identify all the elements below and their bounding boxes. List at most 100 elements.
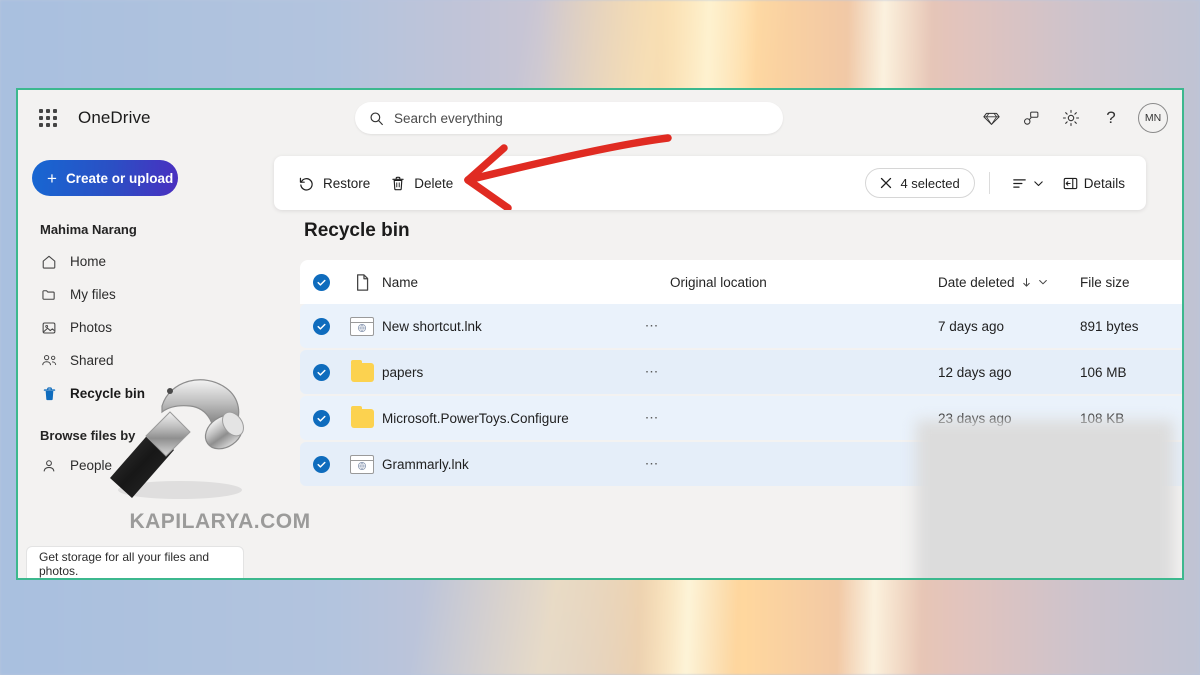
row-date-deleted: 27 days ago bbox=[938, 457, 1080, 472]
brand-title[interactable]: OneDrive bbox=[78, 108, 151, 128]
sidebar-item-label: Recycle bin bbox=[70, 386, 145, 401]
sidebar-item-label: My files bbox=[70, 287, 116, 302]
column-header-date-deleted-label: Date deleted bbox=[938, 275, 1015, 290]
file-table: Name Original location Date deleted File… bbox=[300, 260, 1184, 486]
selection-count-label: 4 selected bbox=[900, 176, 959, 191]
onedrive-window: OneDrive bbox=[16, 88, 1184, 580]
folder-icon bbox=[40, 286, 58, 304]
row-date-deleted: 7 days ago bbox=[938, 319, 1080, 334]
sidebar-item-home[interactable]: Home bbox=[32, 245, 262, 278]
arrow-down-icon bbox=[1021, 277, 1032, 288]
checked-icon bbox=[313, 410, 330, 427]
row-more-actions-button[interactable]: ⋯ bbox=[634, 410, 670, 426]
toolbar-right-group: 4 selected Details bbox=[865, 167, 1132, 199]
row-file-size: 2.23 KB bbox=[1080, 457, 1184, 472]
restore-button[interactable]: Restore bbox=[288, 166, 380, 200]
avatar-initials: MN bbox=[1145, 112, 1161, 124]
search-input[interactable] bbox=[394, 111, 769, 126]
checked-icon bbox=[313, 318, 330, 335]
owner-name: Mahima Narang bbox=[32, 222, 262, 237]
photo-icon bbox=[40, 319, 58, 337]
create-button-label: Create or upload bbox=[66, 171, 173, 186]
sidebar-item-label: Home bbox=[70, 254, 106, 269]
row-checkbox[interactable] bbox=[300, 318, 342, 335]
details-button-label: Details bbox=[1084, 176, 1125, 191]
checked-icon bbox=[313, 274, 330, 291]
row-date-deleted: 12 days ago bbox=[938, 365, 1080, 380]
row-file-icon bbox=[342, 363, 382, 382]
people-icon bbox=[40, 352, 58, 370]
sidebar-nav: Home My files Photos bbox=[32, 245, 262, 410]
document-icon bbox=[354, 273, 371, 292]
row-checkbox[interactable] bbox=[300, 364, 342, 381]
command-toolbar: Restore Delete 4 selected bbox=[274, 156, 1146, 210]
row-more-actions-button[interactable]: ⋯ bbox=[634, 318, 670, 334]
app-header: OneDrive bbox=[18, 90, 1182, 146]
feedback-icon[interactable] bbox=[1014, 101, 1048, 135]
row-file-size: 106 MB bbox=[1080, 365, 1184, 380]
row-checkbox[interactable] bbox=[300, 410, 342, 427]
restore-arrow-icon bbox=[298, 175, 315, 192]
table-row[interactable]: papers⋯ 12 days ago106 MB bbox=[300, 350, 1184, 394]
column-header-original-location[interactable]: Original location bbox=[670, 275, 938, 290]
table-row[interactable]: Microsoft.PowerToys.Configure⋯ 23 days ag… bbox=[300, 396, 1184, 440]
storage-promo-text: Get storage for all your files and photo… bbox=[39, 550, 231, 578]
header-actions: ? MN bbox=[974, 90, 1168, 146]
row-more-actions-button[interactable]: ⋯ bbox=[634, 364, 670, 380]
column-header-file-size[interactable]: File size bbox=[1080, 275, 1184, 290]
premium-icon[interactable] bbox=[974, 101, 1008, 135]
sidebar: + Create or upload Mahima Narang Home bbox=[18, 146, 276, 580]
sidebar-item-recycle-bin[interactable]: Recycle bin bbox=[32, 377, 262, 410]
sidebar-item-my-files[interactable]: My files bbox=[32, 278, 262, 311]
table-row[interactable]: Grammarly.lnk⋯ 27 days ago2.23 KB bbox=[300, 442, 1184, 486]
delete-button[interactable]: Delete bbox=[380, 166, 463, 200]
row-file-size: 891 bytes bbox=[1080, 319, 1184, 334]
row-file-name[interactable]: New shortcut.lnk bbox=[382, 319, 634, 334]
shortcut-file-icon bbox=[350, 455, 374, 474]
shortcut-file-icon bbox=[350, 317, 374, 336]
row-file-name[interactable]: papers bbox=[382, 365, 634, 380]
row-date-deleted: 23 days ago bbox=[938, 411, 1080, 426]
sort-lines-icon bbox=[1011, 175, 1028, 192]
file-type-column-icon[interactable] bbox=[342, 273, 382, 292]
row-file-icon bbox=[342, 317, 382, 336]
sidebar-item-photos[interactable]: Photos bbox=[32, 311, 262, 344]
row-checkbox[interactable] bbox=[300, 456, 342, 473]
row-file-icon bbox=[342, 455, 382, 474]
folder-icon bbox=[351, 363, 374, 382]
column-header-name[interactable]: Name bbox=[382, 275, 634, 290]
avatar[interactable]: MN bbox=[1138, 103, 1168, 133]
plus-icon: + bbox=[47, 170, 57, 187]
help-icon[interactable]: ? bbox=[1094, 101, 1128, 135]
storage-promo-banner[interactable]: Get storage for all your files and photo… bbox=[26, 546, 244, 580]
app-launcher-waffle-icon[interactable] bbox=[34, 104, 62, 132]
sidebar-item-label: Shared bbox=[70, 353, 114, 368]
search-box[interactable] bbox=[355, 102, 783, 134]
browse-files-by-label: Browse files by bbox=[32, 428, 262, 443]
row-file-size: 108 KB bbox=[1080, 411, 1184, 426]
table-body: New shortcut.lnk⋯7 days ago891 bytespape… bbox=[300, 304, 1184, 486]
details-button[interactable]: Details bbox=[1055, 167, 1132, 199]
row-more-actions-button[interactable]: ⋯ bbox=[634, 456, 670, 472]
table-header-row: Name Original location Date deleted File… bbox=[300, 260, 1184, 304]
create-or-upload-button[interactable]: + Create or upload bbox=[32, 160, 178, 196]
search-container bbox=[355, 102, 783, 134]
details-panel-icon bbox=[1062, 175, 1079, 192]
sort-button[interactable] bbox=[1004, 167, 1051, 199]
restore-button-label: Restore bbox=[323, 176, 370, 191]
sidebar-item-people[interactable]: People bbox=[32, 449, 262, 482]
row-file-name[interactable]: Grammarly.lnk bbox=[382, 457, 634, 472]
select-all-checkbox[interactable] bbox=[300, 274, 342, 291]
selection-count-chip[interactable]: 4 selected bbox=[865, 168, 974, 198]
help-glyph: ? bbox=[1106, 108, 1115, 128]
trash-icon bbox=[40, 385, 58, 403]
settings-gear-icon[interactable] bbox=[1054, 101, 1088, 135]
table-row[interactable]: New shortcut.lnk⋯ 7 days ago891 bytes bbox=[300, 304, 1184, 348]
sidebar-item-shared[interactable]: Shared bbox=[32, 344, 262, 377]
folder-icon bbox=[351, 409, 374, 428]
row-file-icon bbox=[342, 409, 382, 428]
checked-icon bbox=[313, 456, 330, 473]
column-header-date-deleted[interactable]: Date deleted bbox=[938, 275, 1080, 290]
close-icon bbox=[880, 177, 892, 189]
row-file-name[interactable]: Microsoft.PowerToys.Configure bbox=[382, 411, 634, 426]
